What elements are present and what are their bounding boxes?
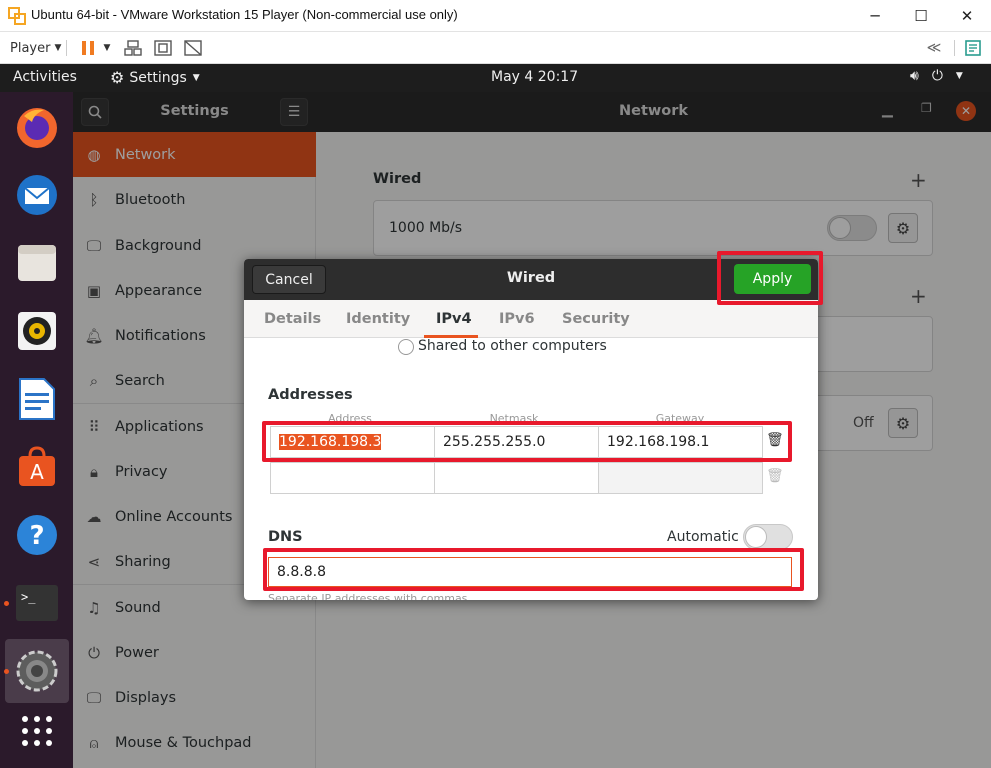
gnome-top-bar: Activities ⚙ Settings ▼ May 4 20:17 🔊︎ ⏻… bbox=[0, 64, 991, 92]
speaker-icon bbox=[18, 312, 56, 350]
show-applications-button[interactable] bbox=[10, 704, 64, 758]
vmware-title-bar: Ubuntu 64-bit - VMware Workstation 15 Pl… bbox=[0, 0, 991, 32]
send-ctrl-alt-del-button[interactable] bbox=[122, 38, 144, 58]
store-bag-icon: A bbox=[19, 446, 55, 486]
chevron-down-icon: ▼ bbox=[192, 72, 200, 83]
chevron-down-icon: ▼ bbox=[955, 71, 963, 81]
power-icon: ⏻ bbox=[931, 68, 943, 84]
apply-highlight-box bbox=[717, 251, 823, 305]
shared-option-label: Shared to other computers bbox=[418, 338, 607, 354]
svg-text:A: A bbox=[30, 460, 44, 484]
delete-address-button-disabled: 🗑︎ bbox=[766, 468, 786, 488]
vmware-toolbar: Player ▼ ▼ ≪ bbox=[0, 32, 991, 64]
dns-automatic-label: Automatic bbox=[667, 529, 739, 545]
address-row-highlight-box bbox=[262, 421, 792, 462]
tab-security[interactable]: Security bbox=[562, 300, 630, 338]
rhythmbox-launcher[interactable] bbox=[10, 304, 64, 358]
fit-guest-button[interactable] bbox=[152, 38, 174, 58]
pause-button[interactable] bbox=[78, 38, 98, 58]
unity-icon bbox=[184, 40, 202, 56]
notes-icon bbox=[965, 40, 981, 56]
address-input-empty[interactable] bbox=[270, 462, 435, 494]
terminal-icon: >_ bbox=[16, 585, 58, 621]
software-launcher[interactable]: A bbox=[10, 440, 64, 494]
toolbar-divider bbox=[954, 40, 955, 56]
toolbar-divider bbox=[66, 40, 67, 56]
maximize-button[interactable]: ☐ bbox=[898, 0, 944, 32]
mail-icon bbox=[17, 175, 57, 215]
help-launcher[interactable]: ? bbox=[10, 508, 64, 562]
running-indicator bbox=[4, 601, 9, 606]
tab-ipv6[interactable]: IPv6 bbox=[499, 300, 535, 338]
collapse-icon[interactable]: ≪ bbox=[924, 38, 944, 58]
minimize-button[interactable]: ─ bbox=[852, 0, 898, 32]
terminal-launcher[interactable]: >_ bbox=[10, 576, 64, 630]
gateway-input-empty[interactable] bbox=[598, 462, 763, 494]
settings-launcher[interactable] bbox=[10, 644, 64, 698]
netmask-input-empty[interactable] bbox=[434, 462, 599, 494]
shared-radio[interactable] bbox=[398, 339, 414, 355]
dns-automatic-toggle[interactable] bbox=[743, 524, 793, 550]
dns-highlight-box bbox=[263, 548, 804, 591]
app-menu[interactable]: ⚙ Settings ▼ bbox=[110, 68, 200, 87]
tab-ipv4[interactable]: IPv4 bbox=[436, 300, 472, 338]
gear-icon: ⚙ bbox=[110, 68, 125, 87]
chevron-down-icon: ▼ bbox=[54, 43, 62, 53]
toggle-knob bbox=[745, 526, 767, 548]
pause-dropdown-icon[interactable]: ▼ bbox=[100, 38, 114, 58]
player-menu-label: Player bbox=[10, 40, 51, 56]
app-grid-icon bbox=[22, 716, 52, 746]
svg-text:>_: >_ bbox=[21, 590, 36, 604]
volume-icon: 🔊︎ bbox=[910, 68, 919, 84]
pause-icon bbox=[82, 41, 94, 55]
firefox-icon bbox=[17, 108, 57, 148]
fullscreen-icon bbox=[154, 40, 172, 56]
dns-hint: Separate IP addresses with commas bbox=[268, 592, 468, 600]
player-menu[interactable]: Player ▼ bbox=[10, 38, 62, 58]
thunderbird-launcher[interactable] bbox=[10, 168, 64, 222]
folder-icon bbox=[18, 245, 56, 281]
unity-button[interactable] bbox=[182, 38, 204, 58]
clock[interactable]: May 4 20:17 bbox=[491, 69, 578, 85]
close-window-button[interactable]: ✕ bbox=[944, 0, 990, 32]
library-button[interactable] bbox=[962, 38, 984, 58]
running-indicator bbox=[4, 669, 9, 674]
svg-text:?: ? bbox=[29, 521, 44, 551]
addresses-heading: Addresses bbox=[268, 387, 353, 403]
system-menu[interactable]: 🔊︎ ⏻ ▼ bbox=[910, 68, 963, 84]
window-title: Ubuntu 64-bit - VMware Workstation 15 Pl… bbox=[31, 7, 458, 22]
settings-gear-icon bbox=[16, 650, 58, 692]
dns-heading: DNS bbox=[268, 529, 303, 545]
tab-details[interactable]: Details bbox=[264, 300, 321, 338]
tab-identity[interactable]: Identity bbox=[346, 300, 410, 338]
files-launcher[interactable] bbox=[10, 236, 64, 290]
help-icon: ? bbox=[17, 515, 57, 555]
firefox-launcher[interactable] bbox=[10, 100, 64, 154]
writer-launcher[interactable] bbox=[10, 372, 64, 426]
dock: A ? >_ bbox=[0, 92, 73, 768]
vmware-logo-icon bbox=[8, 7, 26, 25]
network-computer-icon bbox=[124, 40, 142, 56]
trash-icon: 🗑︎ bbox=[766, 468, 784, 484]
activities-button[interactable]: Activities bbox=[13, 69, 77, 85]
document-icon bbox=[19, 378, 55, 420]
app-menu-label: Settings bbox=[129, 69, 187, 86]
